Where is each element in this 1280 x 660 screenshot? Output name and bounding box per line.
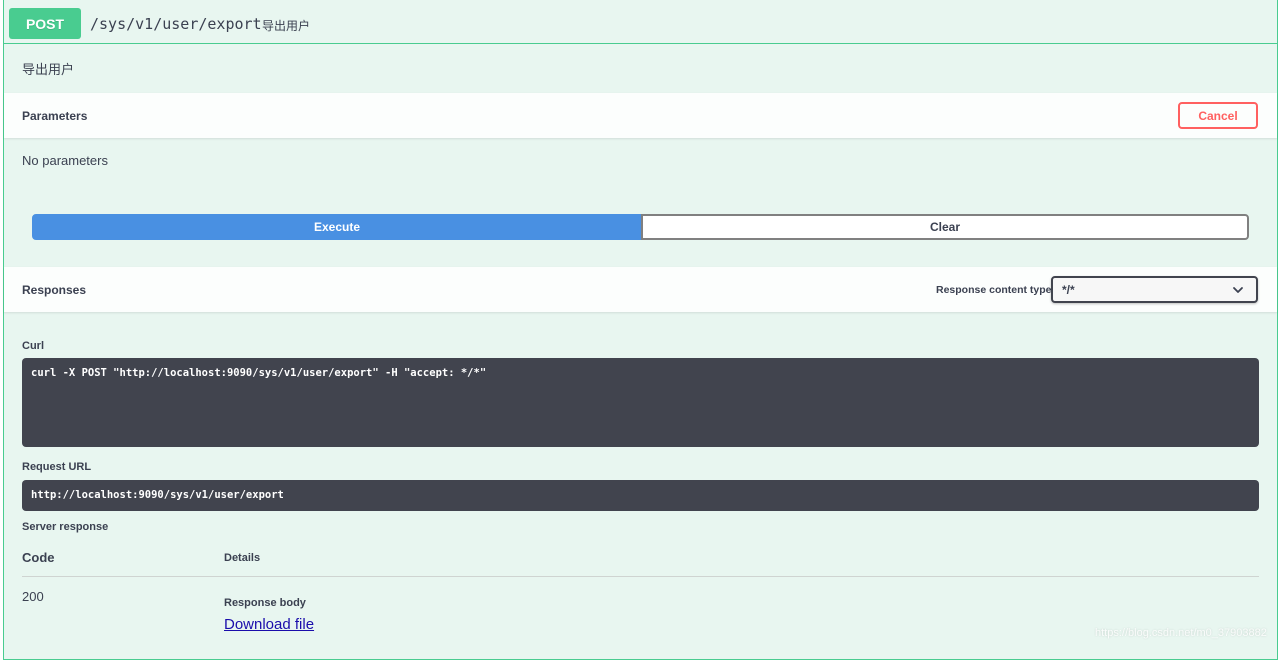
summary-description: 导出用户 [262,19,311,33]
response-content-type-value: */* [1062,282,1075,297]
response-content-type-select[interactable]: */* [1051,276,1258,303]
response-details-header: Details [224,552,261,564]
no-parameters-text: No parameters [22,153,108,168]
download-file-link[interactable]: Download file [224,616,314,633]
server-response-label: Server response [22,521,109,533]
parameters-title: Parameters [22,109,88,123]
request-url-label: Request URL [22,461,92,473]
responses-title: Responses [22,283,87,297]
clear-button[interactable]: Clear [641,214,1249,240]
operation-block: POST /sys/v1/user/export 导出用户 导出用户 Param… [3,0,1278,660]
response-status-code: 200 [22,589,44,604]
response-content-type-label: Response content type [936,284,1052,296]
parameters-header: Parameters Cancel [4,93,1277,138]
watermark-text: https://blog.csdn.net/m0_37903882 [1095,627,1267,639]
response-body-label: Response body [224,597,306,609]
request-url-value[interactable]: http://localhost:9090/sys/v1/user/export [22,480,1259,511]
responses-header: Responses Response content type */* [4,267,1277,312]
endpoint-path: /sys/v1/user/export [90,15,262,33]
cancel-button[interactable]: Cancel [1178,102,1258,129]
execute-button[interactable]: Execute [32,214,642,240]
chevron-down-icon [1233,287,1243,293]
method-badge: POST [9,8,81,39]
operation-description: 导出用户 [22,62,75,77]
operation-summary[interactable]: POST /sys/v1/user/export 导出用户 [4,0,1277,44]
response-code-header: Code [22,550,55,565]
curl-command[interactable]: curl -X POST "http://localhost:9090/sys/… [22,358,1259,447]
curl-label: Curl [22,340,44,352]
response-table-divider [22,576,1259,577]
